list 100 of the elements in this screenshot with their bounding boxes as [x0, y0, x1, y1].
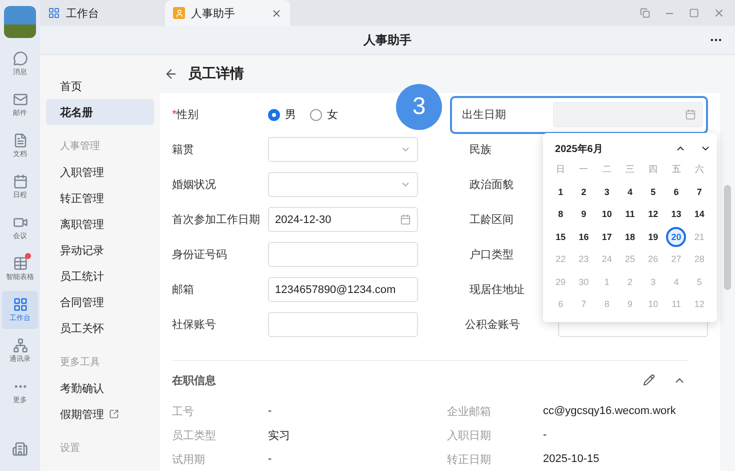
field-label: 首次参加工作日期	[172, 213, 260, 227]
input-field[interactable]	[268, 242, 418, 267]
org-chart-icon	[12, 338, 28, 353]
document-icon	[12, 133, 28, 148]
info-value: -	[268, 453, 273, 465]
radio-option[interactable]: 男	[268, 107, 296, 122]
maximize-icon[interactable]	[689, 8, 699, 18]
nav-section-title: 人事管理	[59, 140, 101, 154]
field-label: 身份证号码	[172, 248, 227, 262]
radio-option[interactable]: 女	[310, 107, 338, 122]
field-label: 社保账号	[172, 318, 216, 332]
calendar-day[interactable]: 1	[550, 182, 571, 202]
calendar-day[interactable]: 11	[620, 204, 640, 224]
nav-item[interactable]: 考勤确认	[46, 375, 154, 401]
info-value: 2025-10-15	[543, 453, 600, 465]
info-value: 实习	[268, 428, 291, 442]
info-label: 工号	[172, 404, 195, 418]
month-title: 2025年6月	[555, 142, 603, 156]
back-icon[interactable]	[164, 67, 178, 81]
calendar-icon	[400, 214, 411, 225]
tab[interactable]: 人事助手	[165, 0, 290, 26]
edit-icon[interactable]	[643, 374, 655, 386]
section-title: 在职信息	[172, 374, 216, 388]
person-icon	[173, 7, 185, 19]
calendar-day[interactable]: 17	[596, 226, 617, 247]
info-value: -	[268, 405, 273, 417]
calendar-day[interactable]: 2	[574, 182, 594, 202]
calendar-day[interactable]: 16	[574, 226, 594, 247]
radio-icon[interactable]	[268, 108, 280, 120]
select-field[interactable]	[268, 172, 418, 197]
calendar-day[interactable]: 19	[643, 226, 664, 247]
radio-label: 女	[327, 108, 338, 122]
close-icon[interactable]	[713, 7, 725, 19]
field-label: 户口类型	[470, 248, 514, 262]
field-label: 政治面貌	[470, 178, 514, 192]
nav-item[interactable]: 员工统计	[46, 263, 154, 289]
mail-icon	[12, 92, 28, 107]
field-label: 邮箱	[172, 283, 194, 297]
weekday-label: 四	[648, 163, 659, 176]
calendar-day[interactable]: 20	[666, 226, 686, 247]
nav-item[interactable]: 首页	[46, 73, 154, 99]
building-icon[interactable]	[12, 441, 28, 457]
nav-item[interactable]: 假期管理	[46, 401, 154, 427]
calendar-day[interactable]: 7	[689, 182, 710, 202]
field-label: 籍贯	[172, 143, 194, 157]
weekday-label: 一	[578, 163, 590, 176]
calendar-day[interactable]: 14	[689, 204, 710, 224]
close-icon[interactable]	[271, 8, 282, 18]
field-label: 性别	[176, 108, 199, 122]
date-field[interactable]: 2024-12-30	[268, 207, 418, 232]
calendar-icon	[12, 174, 28, 189]
required-mark: *	[172, 107, 177, 122]
nav-item[interactable]: 合同管理	[46, 289, 154, 315]
calendar-day[interactable]: 4	[620, 182, 640, 202]
grid-icon	[12, 297, 28, 312]
input-field[interactable]	[268, 312, 418, 337]
nav-item[interactable]: 员工关怀	[46, 315, 154, 341]
calendar-day[interactable]: 15	[550, 226, 571, 247]
date-field[interactable]	[553, 102, 704, 127]
nav-item[interactable]: 异动记录	[46, 237, 154, 263]
tab[interactable]: 工作台	[40, 0, 165, 26]
calendar-day[interactable]: 6	[666, 182, 686, 202]
radio-icon[interactable]	[310, 108, 322, 120]
calendar-day[interactable]: 5	[643, 182, 664, 202]
chat-bubble-icon	[12, 51, 28, 66]
info-label: 员工类型	[172, 428, 217, 442]
calendar-day[interactable]: 18	[620, 226, 640, 247]
input-field[interactable]: 1234657890@1234.com	[268, 277, 418, 302]
weekday-label: 六	[694, 163, 705, 176]
calendar-day[interactable]: 10	[596, 204, 617, 224]
nav-item[interactable]: 入职管理	[46, 159, 154, 185]
field-label: 工龄区间	[470, 213, 514, 227]
field-label: 婚姻状况	[172, 178, 216, 192]
calendar-day[interactable]: 13	[666, 204, 686, 224]
calendar-icon	[685, 109, 696, 120]
scrollbar-thumb[interactable]	[724, 185, 731, 290]
info-label: 入职日期	[447, 428, 492, 442]
field-label: 公积金账号	[465, 318, 520, 332]
calendar-day[interactable]: 8	[550, 204, 571, 224]
nav-item[interactable]: 转正管理	[46, 185, 154, 211]
info-value: -	[543, 429, 548, 441]
info-label: 企业邮箱	[447, 404, 492, 418]
pin-window-icon[interactable]	[640, 8, 650, 18]
nav-section-title: 设置	[59, 442, 81, 456]
field-label: 出生日期	[462, 108, 506, 122]
calendar-day[interactable]: 3	[596, 182, 617, 202]
field-label: 现居住地址	[470, 283, 525, 297]
avatar-photo-placeholder[interactable]	[4, 6, 36, 38]
weekday-label: 五	[670, 163, 682, 176]
page-title: 员工详情	[188, 65, 244, 83]
weekday-label: 三	[624, 163, 636, 176]
nav-item[interactable]: 花名册	[46, 99, 154, 125]
calendar-day[interactable]: 12	[643, 204, 664, 224]
select-field[interactable]	[268, 137, 418, 162]
grid-icon	[48, 7, 60, 19]
nav-item[interactable]: 离职管理	[46, 211, 154, 237]
info-label: 试用期	[172, 452, 206, 466]
field-label: 民族	[470, 143, 492, 157]
calendar-day[interactable]: 9	[574, 204, 594, 224]
weekday-label: 二	[601, 163, 612, 176]
